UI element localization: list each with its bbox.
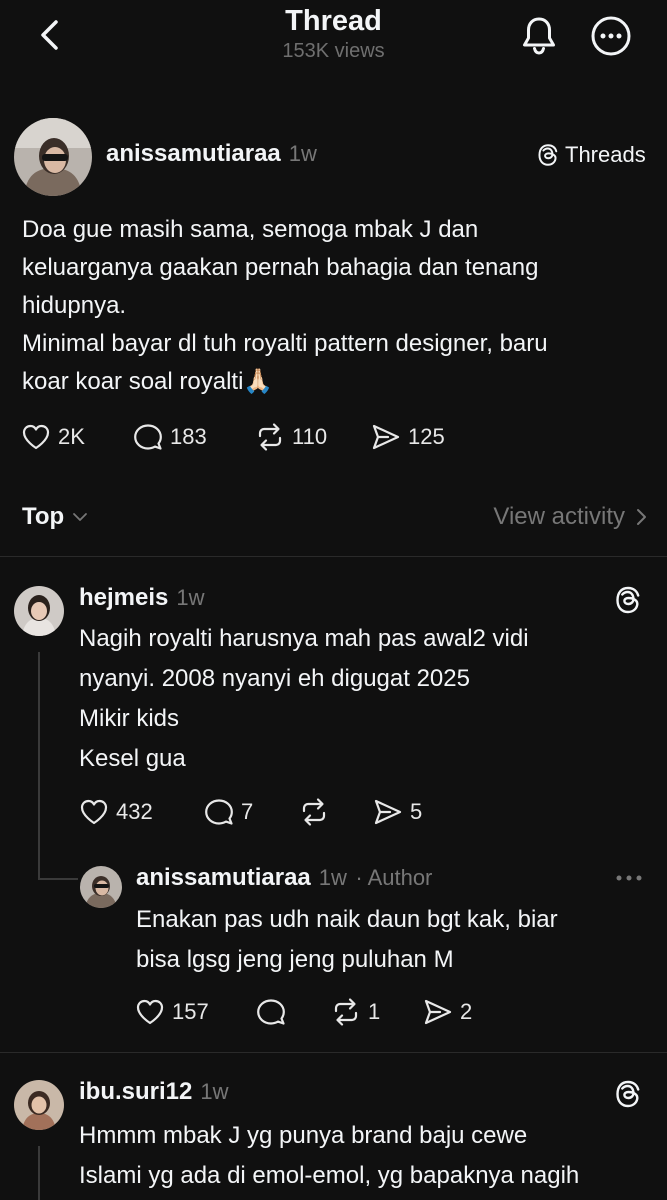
reply-text-line: Hmmm mbak J yg punya brand baju cewe — [79, 1122, 528, 1149]
comment-count: 7 — [241, 799, 254, 824]
repost-icon — [330, 996, 362, 1028]
share-button[interactable]: 125 — [370, 421, 445, 453]
like-count: 432 — [116, 799, 153, 824]
post-time: 1w — [288, 141, 317, 166]
share-icon — [422, 996, 454, 1028]
post-text: Doa gue masih sama, semoga mbak J dan ke… — [22, 211, 548, 401]
heart-icon — [20, 421, 52, 453]
username[interactable]: anissamutiaraa — [106, 140, 281, 167]
username[interactable]: hejmeis — [79, 584, 168, 611]
reply-header: ibu.suri12 1w — [79, 1078, 229, 1106]
reply-text-line: Islami yg ada di emol-emol, yg bapaknya … — [79, 1162, 580, 1189]
heart-icon — [78, 796, 110, 828]
chevron-down-icon — [73, 513, 88, 521]
post-header: anissamutiaraa 1w — [106, 140, 317, 168]
reply-header: anissamutiaraa 1w · Author — [136, 864, 432, 892]
post-text-line: Doa gue masih sama, semoga mbak J dan — [22, 216, 479, 243]
repost-count: 1 — [368, 999, 381, 1024]
post-text-line: Minimal bayar dl tuh royalti pattern des… — [22, 330, 548, 357]
comment-button[interactable]: 183 — [132, 421, 207, 453]
view-activity-label: View activity — [493, 503, 625, 530]
comment-icon — [132, 421, 164, 453]
reply-text-line: Nagih royalti harusnya mah pas awal2 vid… — [79, 625, 529, 652]
share-icon — [372, 796, 404, 828]
share-button[interactable]: 2 — [422, 996, 472, 1028]
repost-button[interactable]: 110 — [254, 421, 327, 453]
reply-text: Hmmm mbak J yg punya brand baju cewe Isl… — [79, 1116, 579, 1196]
notifications-button[interactable] — [517, 14, 561, 58]
view-activity-link[interactable]: View activity — [493, 503, 647, 531]
reply-text-line: Enakan pas udh naik daun bgt kak, biar — [136, 906, 558, 933]
like-button[interactable]: 2K — [20, 421, 85, 453]
more-options-button[interactable] — [589, 14, 633, 58]
like-button[interactable]: 432 — [78, 796, 153, 828]
thread-connector — [38, 1146, 40, 1200]
more-horizontal-icon — [616, 875, 642, 881]
more-circle-icon — [591, 16, 631, 56]
reply-text: Enakan pas udh naik daun bgt kak, biar b… — [136, 900, 558, 980]
comment-icon — [203, 796, 235, 828]
sort-dropdown[interactable]: Top — [22, 503, 88, 531]
page-title: Thread — [285, 5, 382, 37]
like-count: 157 — [172, 999, 209, 1024]
post-text-line: hidupnya. — [22, 292, 127, 319]
username[interactable]: ibu.suri12 — [79, 1078, 192, 1105]
post-time: 1w — [176, 585, 205, 610]
share-count: 2 — [460, 999, 473, 1024]
comment-icon — [255, 996, 287, 1028]
reply-text-line: bisa lgsg jeng jeng puluhan M — [136, 946, 454, 973]
avatar[interactable] — [14, 586, 64, 636]
comment-count: 183 — [170, 424, 207, 449]
sort-label: Top — [22, 503, 65, 530]
comment-button[interactable] — [255, 996, 287, 1028]
avatar[interactable] — [80, 866, 122, 908]
repost-count: 110 — [292, 424, 328, 449]
threads-label: Threads — [565, 142, 646, 167]
threads-logo-link[interactable] — [612, 584, 644, 616]
repost-button[interactable] — [298, 796, 330, 828]
like-button[interactable]: 157 — [134, 996, 209, 1028]
threads-source-link[interactable]: Threads — [535, 142, 646, 168]
threads-logo-icon — [535, 142, 561, 168]
repost-icon — [254, 421, 286, 453]
post-text-line: keluarganya gaakan pernah bahagia dan te… — [22, 254, 539, 281]
thread-connector — [38, 652, 40, 880]
like-count: 2K — [58, 424, 85, 449]
share-count: 5 — [410, 799, 423, 824]
reply-more-button[interactable] — [613, 868, 645, 888]
share-button[interactable]: 5 — [372, 796, 422, 828]
post-time: 1w — [200, 1079, 229, 1104]
reply-text-line: nyanyi. 2008 nyanyi eh digugat 2025 — [79, 665, 470, 692]
threads-logo-icon — [612, 1078, 644, 1110]
threads-logo-icon — [612, 584, 644, 616]
author-badge: · Author — [355, 865, 433, 890]
repost-button[interactable]: 1 — [330, 996, 380, 1028]
threads-logo-link[interactable] — [612, 1078, 644, 1110]
divider — [0, 556, 667, 557]
share-icon — [370, 421, 402, 453]
reply-text-line: Kesel gua — [79, 745, 186, 772]
reply-text: Nagih royalti harusnya mah pas awal2 vid… — [79, 619, 529, 779]
divider — [0, 1052, 667, 1053]
heart-icon — [134, 996, 166, 1028]
avatar[interactable] — [14, 1080, 64, 1130]
reply-text-line: Mikir kids — [79, 705, 179, 732]
comment-button[interactable]: 7 — [203, 796, 253, 828]
post-text-line: koar koar soal royalti🙏🏻 — [22, 368, 274, 395]
chevron-right-icon — [637, 509, 646, 525]
thread-connector — [38, 878, 78, 880]
bell-icon — [523, 17, 555, 55]
share-count: 125 — [408, 424, 445, 449]
reply-header: hejmeis 1w — [79, 584, 205, 612]
avatar[interactable] — [14, 118, 92, 196]
view-count: 153K views — [282, 40, 385, 62]
repost-icon — [298, 796, 330, 828]
post-time: 1w — [318, 865, 347, 890]
username[interactable]: anissamutiaraa — [136, 864, 311, 891]
